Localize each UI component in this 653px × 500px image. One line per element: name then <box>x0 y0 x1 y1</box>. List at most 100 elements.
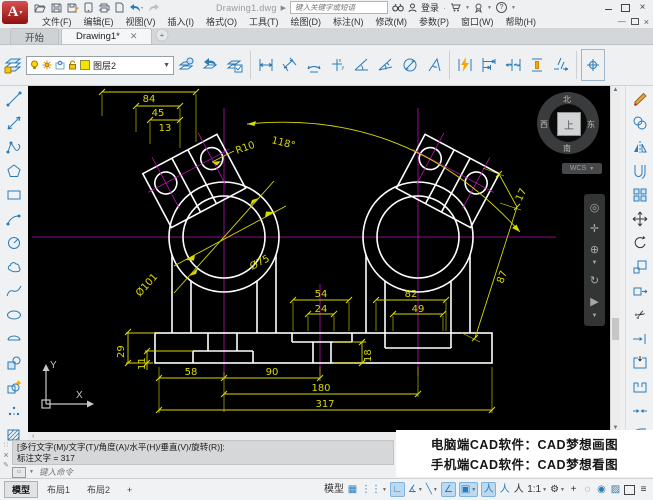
center-mark-icon[interactable] <box>581 49 605 81</box>
new-tab-button[interactable]: + <box>156 29 169 42</box>
publish-icon[interactable] <box>84 2 93 13</box>
insert-block-tool[interactable] <box>2 351 26 375</box>
command-close-icon[interactable]: × <box>3 450 8 460</box>
more-tools-dropdown-arrow[interactable]: ▼ <box>592 313 598 319</box>
model-tab[interactable]: 模型 <box>4 481 38 498</box>
open-icon[interactable] <box>34 3 46 13</box>
menu-edit[interactable]: 编辑(E) <box>78 15 120 28</box>
layout1-tab[interactable]: 布局1 <box>39 481 78 498</box>
trim-tool[interactable]: ✂ <box>628 303 652 327</box>
command-history[interactable]: [多行文字(M)/文字(T)/角度(A)/水平(H)/垂直(V)/旋转(R)]:… <box>12 440 394 465</box>
annotation-autoscale-icon[interactable]: 人 <box>499 483 510 497</box>
dim-linear-icon[interactable] <box>255 50 277 80</box>
menu-parametric[interactable]: 参数(P) <box>413 15 455 28</box>
command-dropdown-arrow[interactable]: ▼ <box>29 469 34 475</box>
menu-window[interactable]: 窗口(W) <box>455 15 500 28</box>
menu-insert[interactable]: 插入(I) <box>162 15 201 28</box>
object-snap-tracking-icon[interactable]: ∠ <box>441 482 456 497</box>
layer-vpfreeze-icon[interactable] <box>55 60 65 70</box>
construction-line-tool[interactable] <box>2 111 26 135</box>
menu-draw[interactable]: 绘图(D) <box>285 15 328 28</box>
crosshair-icon[interactable]: + <box>568 483 579 497</box>
layer-lock-icon[interactable] <box>68 60 77 70</box>
tab-start[interactable]: 开始 <box>10 28 59 44</box>
viewcube-west-label[interactable]: 西 <box>540 119 548 130</box>
layer-freeze-sun-icon[interactable] <box>42 60 52 70</box>
award-icon[interactable] <box>474 3 483 13</box>
orbit-icon[interactable]: ↻ <box>590 274 599 287</box>
extend-tool[interactable] <box>628 327 652 351</box>
dim-ordinate-icon[interactable]: xy <box>327 50 349 80</box>
app-logo[interactable]: A▾ <box>2 1 28 24</box>
layer-dropdown[interactable]: 图层2 ▼ <box>26 56 174 75</box>
window-minimize-button[interactable] <box>601 2 616 14</box>
ellipse-arc-tool[interactable] <box>2 327 26 351</box>
layout2-tab[interactable]: 布局2 <box>79 481 118 498</box>
grid-toggle-icon[interactable]: ▦ <box>347 483 358 497</box>
polygon-tool[interactable] <box>2 159 26 183</box>
line-tool[interactable] <box>2 87 26 111</box>
viewcube[interactable]: 上 北 南 西 东 <box>537 92 599 154</box>
break-tool[interactable] <box>628 351 652 375</box>
login-button[interactable]: 登录 <box>421 1 439 14</box>
pan-icon[interactable]: ✛ <box>590 222 599 235</box>
window-close-button[interactable]: × <box>635 2 650 14</box>
canvas-vertical-scrollbar[interactable]: ▲ ▼ <box>610 86 620 432</box>
scroll-left-arrow[interactable]: ‹ <box>32 433 34 440</box>
layer-on-bulb-icon[interactable] <box>30 60 39 70</box>
undo-icon[interactable] <box>129 3 143 13</box>
annotation-scale-value[interactable]: 1:1▼ <box>527 483 547 497</box>
drawing-canvas[interactable]: 84 45 13 R10 118° Ø101 Ø75 54 24 82 49 1… <box>28 86 610 432</box>
mirror-tool[interactable] <box>628 135 652 159</box>
dim-continue-icon[interactable] <box>502 50 524 80</box>
window-maximize-button[interactable] <box>618 2 633 14</box>
viewcube-north-label[interactable]: 北 <box>563 94 571 105</box>
search-binoculars-icon[interactable] <box>392 3 404 12</box>
ellipse-tool[interactable] <box>2 303 26 327</box>
rectangle-tool[interactable] <box>2 183 26 207</box>
scale-tool[interactable] <box>628 255 652 279</box>
save-icon[interactable] <box>51 3 62 13</box>
dim-arc-length-icon[interactable] <box>303 50 325 80</box>
doc-minimize-button[interactable]: — <box>618 17 626 26</box>
save-as-icon[interactable] <box>67 3 79 13</box>
quick-dim-icon[interactable] <box>454 50 476 80</box>
annotation-scale-icon[interactable]: 人 <box>513 483 524 497</box>
fullscreen-icon[interactable] <box>624 483 635 497</box>
customization-menu-icon[interactable]: ≡ <box>638 483 649 497</box>
print-icon[interactable] <box>98 3 110 13</box>
circle-tool[interactable] <box>2 231 26 255</box>
layer-properties-icon[interactable] <box>176 50 198 80</box>
polyline-tool[interactable] <box>2 135 26 159</box>
ortho-toggle-icon[interactable]: ∟ <box>390 482 405 497</box>
dim-diameter-icon[interactable] <box>399 50 421 80</box>
model-space-toggle[interactable]: 模型 <box>324 483 344 497</box>
snap-toggle-icon[interactable]: ⋮⋮▼ <box>361 483 387 497</box>
clean-screen-thumbnail-icon[interactable]: ▨ <box>610 483 621 497</box>
erase-tool[interactable] <box>628 87 652 111</box>
layer-manager-icon[interactable] <box>2 50 24 80</box>
command-options-icon[interactable]: ▭ <box>12 467 26 478</box>
award-dropdown-arrow[interactable]: ▼ <box>487 5 492 11</box>
annotation-visibility-icon[interactable]: 人 <box>481 482 496 497</box>
zoom-icon[interactable]: ⊕ <box>590 243 599 256</box>
store-cart-icon[interactable] <box>450 3 461 12</box>
dim-space-icon[interactable] <box>526 50 548 80</box>
search-input[interactable] <box>293 2 385 13</box>
command-customize-icon[interactable]: ✎ <box>3 461 9 469</box>
viewcube-south-label[interactable]: 南 <box>563 143 571 154</box>
point-tool[interactable] <box>2 399 26 423</box>
layer-color-swatch[interactable] <box>80 60 90 70</box>
viewcube-east-label[interactable]: 东 <box>587 119 595 130</box>
tab-close-icon[interactable]: ✕ <box>130 31 138 42</box>
revision-cloud-tool[interactable] <box>2 255 26 279</box>
rotate-tool[interactable] <box>628 231 652 255</box>
stretch-tool[interactable] <box>628 279 652 303</box>
menu-tools[interactable]: 工具(T) <box>243 15 285 28</box>
isometric-draft-icon[interactable]: ╲▼ <box>426 483 438 497</box>
menu-view[interactable]: 视图(V) <box>120 15 162 28</box>
menu-modify[interactable]: 修改(M) <box>370 15 414 28</box>
layer-states-icon[interactable] <box>224 50 246 80</box>
create-block-tool[interactable] <box>2 375 26 399</box>
polar-tracking-icon[interactable]: ∡▼ <box>408 483 423 497</box>
